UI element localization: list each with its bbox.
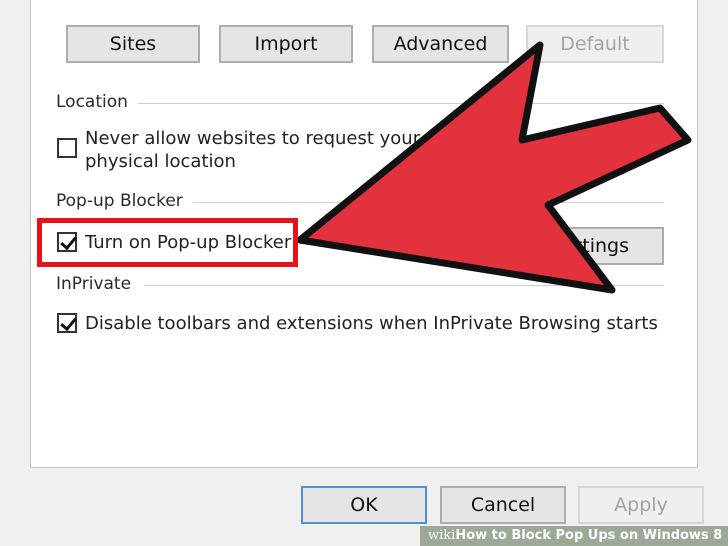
inprivate-section-title: InPrivate bbox=[56, 274, 142, 294]
ok-button[interactable]: OK bbox=[301, 486, 427, 524]
watermark-prefix: wiki bbox=[428, 528, 456, 543]
popup-settings-button[interactable]: ttings bbox=[540, 227, 664, 265]
popup-blocker-section-title: Pop-up Blocker bbox=[56, 191, 193, 211]
watermark-text: How to Block Pop Ups on Windows 8 bbox=[455, 528, 723, 543]
location-section-title: Location bbox=[56, 92, 138, 112]
highlight-box bbox=[37, 218, 298, 267]
wikihow-watermark: wikiHow to Block Pop Ups on Windows 8 bbox=[420, 526, 728, 546]
disable-toolbars-checkbox[interactable] bbox=[57, 313, 77, 333]
default-button[interactable]: Default bbox=[526, 25, 664, 63]
inprivate-divider bbox=[144, 285, 664, 286]
location-divider bbox=[136, 103, 664, 104]
ie-internet-options-dialog: Sites Import Advanced Default Location N… bbox=[0, 0, 728, 546]
never-allow-location-checkbox[interactable] bbox=[57, 138, 77, 158]
cancel-button[interactable]: Cancel bbox=[440, 486, 566, 524]
never-allow-location-label-line1: Never allow websites to request your bbox=[85, 128, 421, 149]
advanced-button[interactable]: Advanced bbox=[372, 25, 509, 63]
apply-button[interactable]: Apply bbox=[578, 486, 704, 524]
import-button[interactable]: Import bbox=[219, 25, 353, 63]
disable-toolbars-label: Disable toolbars and extensions when InP… bbox=[85, 313, 658, 334]
popup-blocker-divider bbox=[190, 202, 664, 203]
sites-button[interactable]: Sites bbox=[66, 25, 200, 63]
never-allow-location-label-line2: physical location bbox=[85, 151, 236, 172]
